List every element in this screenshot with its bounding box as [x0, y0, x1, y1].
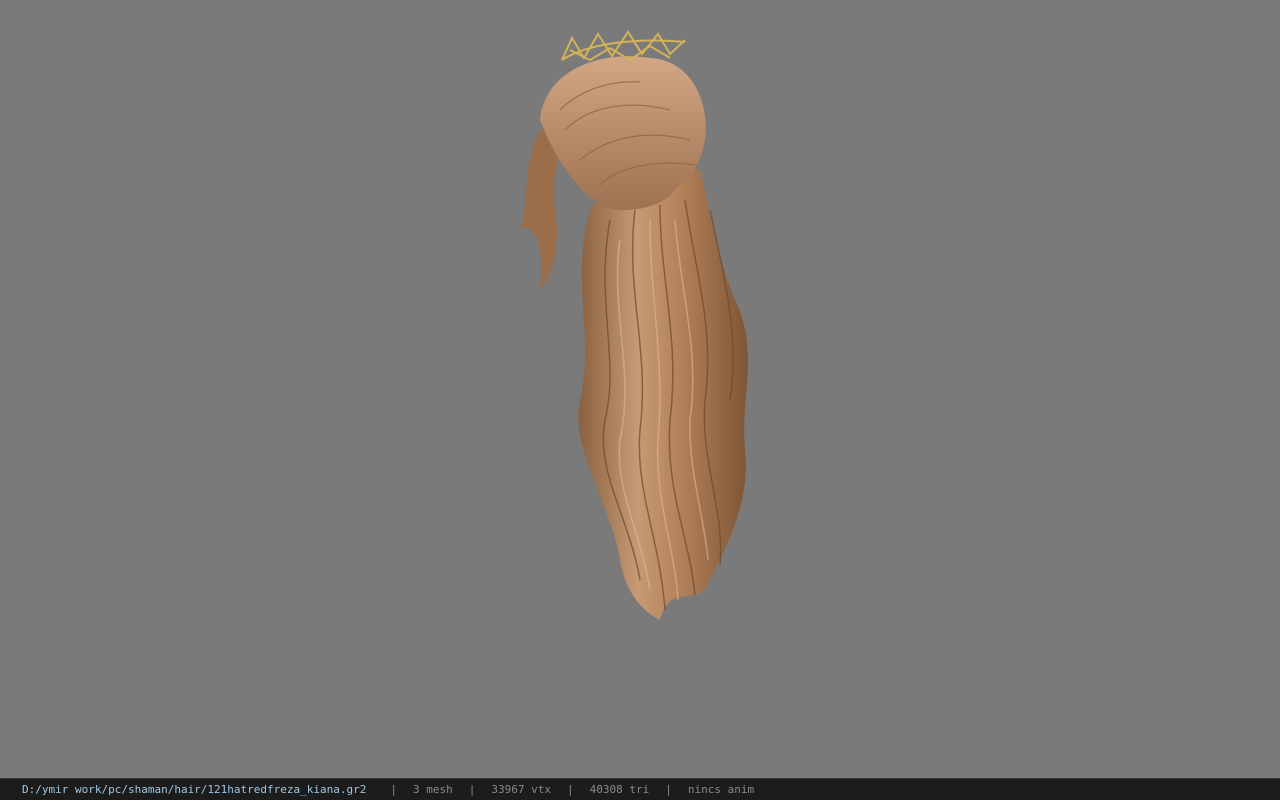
animation-status: nincs anim	[687, 783, 755, 796]
file-path: D:/ymir work/pc/shaman/hair/121hatredfre…	[22, 783, 367, 796]
separator: |	[566, 783, 574, 796]
separator: |	[665, 783, 672, 796]
mesh-count: 3 mesh	[413, 783, 453, 796]
separator: |	[468, 783, 476, 796]
hair-model-icon	[520, 30, 748, 621]
3d-viewport[interactable]	[0, 0, 1280, 778]
triangle-count: 40308 tri	[589, 783, 650, 796]
separator: |	[390, 783, 397, 796]
status-bar: D:/ymir work/pc/shaman/hair/121hatredfre…	[0, 778, 1280, 800]
vertex-count: 33967 vtx	[491, 783, 551, 796]
